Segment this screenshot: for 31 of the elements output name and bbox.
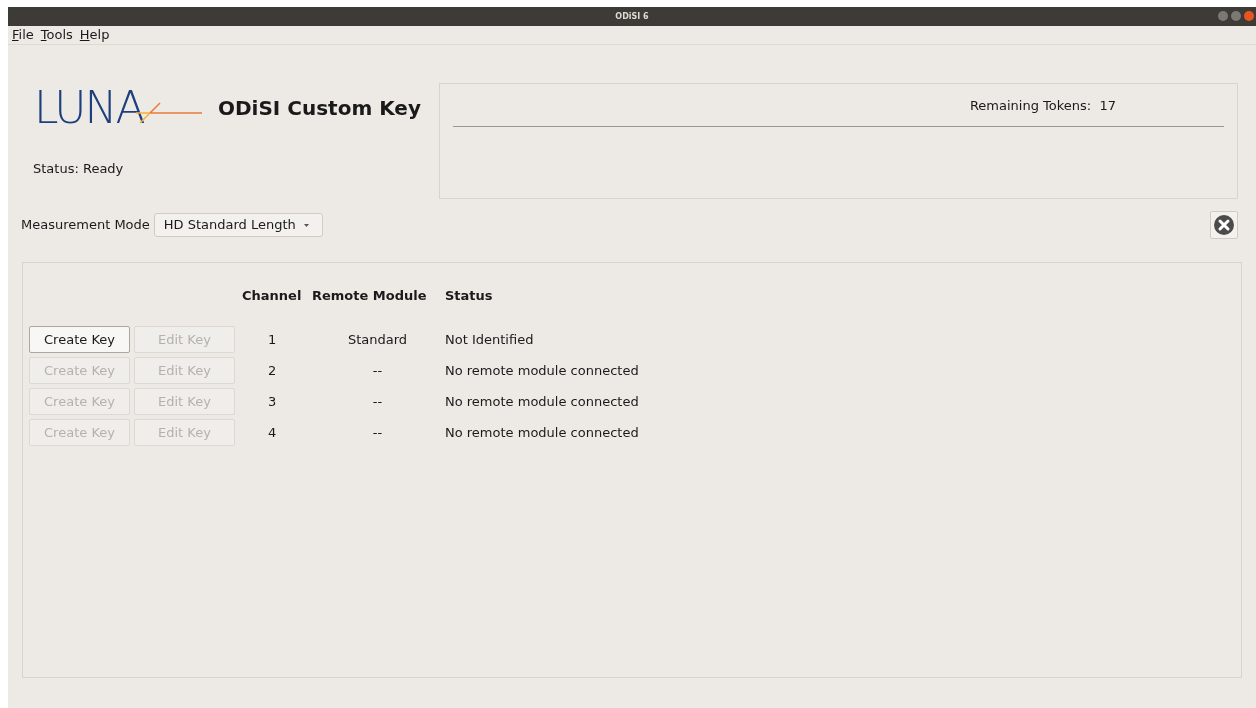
table-cell-text: 2 — [267, 361, 278, 380]
close-button[interactable] — [1210, 211, 1238, 239]
column-header: Remote Module — [312, 287, 428, 305]
maximize-button[interactable] — [1231, 11, 1241, 21]
mode-dropdown[interactable]: HD Standard Length — [153, 213, 323, 237]
field-label: Measurement Mode — [21, 216, 150, 235]
window-title: ODiSI 6 — [615, 10, 649, 23]
caret-icon — [303, 223, 309, 227]
table-cell-text: -- — [371, 423, 384, 442]
table-cell-text: 4 — [267, 423, 278, 442]
table-cell-text: No remote module connected — [444, 361, 640, 380]
column-header: Status — [444, 287, 494, 305]
column-header: Channel — [241, 287, 303, 305]
table-cell-text: 1 — [267, 330, 278, 349]
app-title: ODiSI Custom Key — [218, 95, 421, 122]
table-cell-text: Not Identified — [444, 330, 535, 349]
table-cell-text: -- — [371, 392, 384, 411]
table-cell-text: No remote module connected — [444, 423, 640, 442]
close-icon — [1213, 214, 1235, 236]
tokens-text: Remaining Tokens: 17 — [969, 97, 1116, 115]
table-cell-text: Standard — [346, 330, 409, 349]
table-cell-text: No remote module connected — [444, 392, 640, 411]
menu-item[interactable]: File — [12, 25, 34, 45]
minimize-button[interactable] — [1218, 11, 1228, 21]
logo-text: LUNA — [34, 86, 144, 130]
menu-item[interactable]: Help — [79, 25, 110, 45]
create-key-button[interactable]: Create Key — [29, 326, 130, 353]
table-cell-text: -- — [371, 361, 384, 380]
status-text: Status: Ready — [33, 160, 125, 178]
table-cell-text: 3 — [267, 392, 278, 411]
menu-item[interactable]: Tools — [40, 25, 73, 45]
